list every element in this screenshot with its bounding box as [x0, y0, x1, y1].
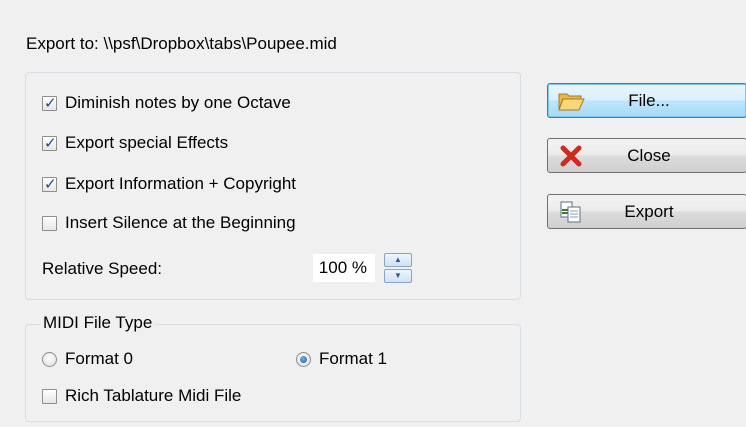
radio-selected-dot [300, 355, 307, 363]
checkbox-box[interactable] [42, 388, 57, 404]
diminish-octave-checkbox[interactable]: ✓ Diminish notes by one Octave [42, 93, 291, 113]
checkbox-box[interactable]: ✓ [42, 93, 57, 112]
export-info-label: Export Information + Copyright [65, 174, 297, 193]
export-effects-checkbox[interactable]: ✓ Export special Effects [42, 133, 228, 153]
export-path-label: Export to: \\psf\Dropbox\tabs\Poupee.mid [26, 34, 337, 53]
spin-up-button[interactable]: ▲ [384, 253, 412, 267]
insert-silence-checkbox[interactable]: Insert Silence at the Beginning [42, 213, 296, 233]
radio-circle[interactable] [42, 351, 57, 367]
format1-label: Format 1 [319, 349, 388, 368]
checkbox-box[interactable] [42, 215, 57, 231]
radio-circle[interactable] [296, 351, 311, 367]
spin-down-button[interactable]: ▼ [384, 269, 412, 283]
rich-tablature-label: Rich Tablature Midi File [65, 386, 242, 405]
midi-file-type-title: MIDI File Type [40, 313, 156, 333]
export-document-icon [556, 199, 586, 225]
export-effects-label: Export special Effects [65, 133, 229, 152]
arrow-up-icon: ▲ [394, 255, 402, 264]
file-button-label: File... [628, 90, 670, 110]
relative-speed-spinner: ▲ ▼ [384, 253, 412, 283]
checkbox-box[interactable]: ✓ [42, 174, 57, 193]
folder-open-icon [556, 88, 586, 114]
checkbox-box[interactable]: ✓ [42, 133, 57, 152]
close-icon [556, 143, 586, 169]
midi-file-type-group: MIDI File Type Format 0 Format 1 Rich Ta… [25, 313, 521, 422]
format0-radio[interactable]: Format 0 [42, 349, 133, 369]
check-icon: ✓ [44, 133, 57, 152]
close-button-label: Close [627, 145, 671, 165]
format0-label: Format 0 [65, 349, 134, 368]
arrow-down-icon: ▼ [394, 271, 402, 280]
export-info-checkbox[interactable]: ✓ Export Information + Copyright [42, 174, 296, 194]
relative-speed-label: Relative Speed: [42, 259, 163, 278]
close-button[interactable]: Close [547, 138, 746, 173]
relative-speed-input[interactable]: 100 % [312, 253, 376, 283]
check-icon: ✓ [44, 93, 57, 112]
export-button[interactable]: Export [547, 194, 746, 229]
export-options-group: ✓ Diminish notes by one Octave ✓ Export … [25, 72, 521, 300]
export-button-label: Export [624, 201, 674, 221]
file-button[interactable]: File... [547, 83, 746, 118]
diminish-octave-label: Diminish notes by one Octave [65, 93, 291, 112]
insert-silence-label: Insert Silence at the Beginning [65, 213, 296, 232]
format1-radio[interactable]: Format 1 [296, 349, 387, 369]
rich-tablature-checkbox[interactable]: Rich Tablature Midi File [42, 386, 241, 406]
check-icon: ✓ [44, 174, 57, 193]
